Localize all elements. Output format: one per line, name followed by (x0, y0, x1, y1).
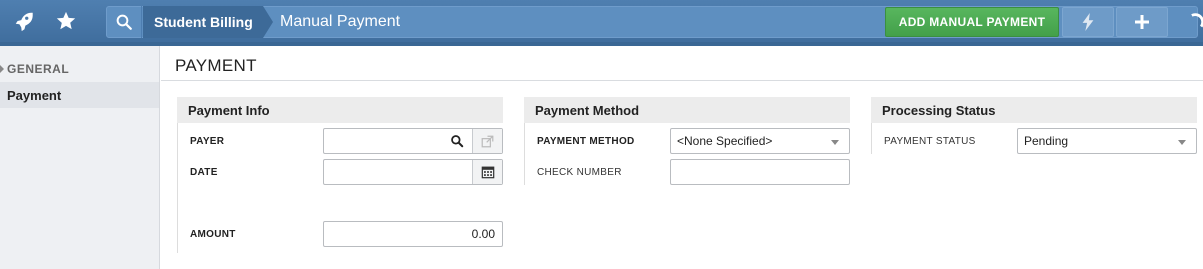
section-payment-info-header: Payment Info (177, 97, 503, 123)
section-divider (871, 123, 872, 154)
add-manual-payment-button[interactable]: ADD MANUAL PAYMENT (885, 7, 1059, 37)
section-divider (177, 123, 178, 253)
check-number-field[interactable] (670, 159, 850, 185)
breadcrumb-current: Manual Payment (280, 13, 401, 30)
sidebar-item-payment[interactable]: Payment (0, 82, 159, 108)
calendar-icon[interactable] (472, 160, 502, 184)
sidebar: GENERAL Payment (0, 46, 160, 269)
check-number-label: CHECK NUMBER (537, 167, 622, 178)
amount-value: 0.00 (471, 227, 495, 241)
sidebar-heading[interactable]: GENERAL (7, 62, 69, 76)
payer-label: PAYER (190, 136, 225, 147)
page-title: PAYMENT (175, 56, 257, 75)
payer-field[interactable] (323, 128, 503, 154)
amount-field[interactable]: 0.00 (323, 221, 503, 247)
breadcrumb-separator (263, 6, 273, 38)
magnifier-icon[interactable] (442, 129, 472, 153)
top-bar-border (0, 42, 1203, 46)
section-processing-status-header: Processing Status (871, 97, 1197, 123)
amount-label: AMOUNT (190, 229, 236, 240)
star-icon[interactable] (42, 0, 90, 42)
payment-method-label: PAYMENT METHOD (537, 136, 635, 147)
chevron-down-icon (1178, 140, 1186, 145)
chevron-down-icon (831, 140, 839, 145)
rocket-icon[interactable] (0, 0, 48, 42)
payment-status-label: PAYMENT STATUS (884, 136, 976, 147)
date-field[interactable] (323, 159, 503, 185)
external-link-icon[interactable] (472, 129, 502, 153)
date-label: DATE (190, 167, 218, 178)
payment-method-select[interactable]: <None Specified> (670, 128, 850, 154)
collapse-caret-icon[interactable] (0, 65, 4, 73)
title-divider (161, 80, 1203, 81)
payment-status-select[interactable]: Pending (1017, 128, 1197, 154)
plus-icon[interactable] (1116, 7, 1168, 37)
breadcrumb-root[interactable]: Student Billing (143, 6, 263, 38)
section-payment-method-header: Payment Method (524, 97, 850, 123)
search-icon[interactable] (106, 6, 142, 38)
refresh-icon[interactable] (1180, 0, 1203, 42)
section-divider (524, 123, 525, 185)
lightning-icon[interactable] (1062, 7, 1114, 37)
payment-status-value: Pending (1024, 134, 1069, 148)
payment-method-value: <None Specified> (677, 134, 773, 148)
